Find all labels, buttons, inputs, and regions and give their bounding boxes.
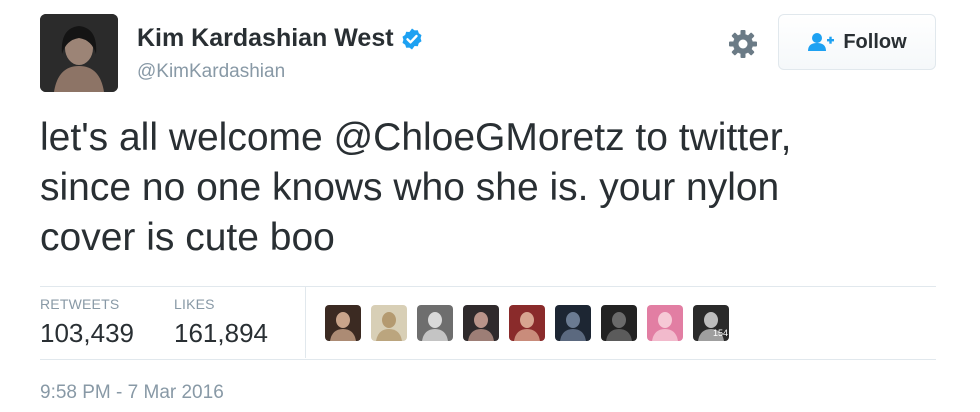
- user-photo-icon: [647, 305, 683, 341]
- verified-badge-icon: [402, 28, 422, 49]
- liker-avatar-2[interactable]: [371, 305, 407, 341]
- liker-avatar-9[interactable]: 154: [693, 305, 729, 341]
- retweets-label: RETWEETS: [40, 296, 120, 312]
- liker-avatar-8[interactable]: [647, 305, 683, 341]
- user-photo-icon: 154: [693, 305, 729, 341]
- display-name-text: Kim Kardashian West: [137, 24, 394, 52]
- liker-avatar-3[interactable]: [417, 305, 453, 341]
- tweet-text-segment: to twitter,: [624, 116, 792, 159]
- tweet-line-2: since no one knows who she is. your nylo…: [40, 166, 780, 209]
- liker-avatar-6[interactable]: [555, 305, 591, 341]
- likes-stat[interactable]: LIKES 161,894: [174, 296, 268, 349]
- retweets-stat[interactable]: RETWEETS 103,439: [40, 296, 134, 349]
- liker-avatar-5[interactable]: [509, 305, 545, 341]
- mention-link[interactable]: @ChloeGMoretz: [334, 116, 625, 159]
- display-name[interactable]: Kim Kardashian West: [137, 24, 424, 53]
- tweet-text: let's all welcome @ChloeGMoretz to twitt…: [40, 113, 930, 263]
- gear-icon[interactable]: [727, 28, 759, 60]
- likes-count: 161,894: [174, 318, 268, 348]
- user-photo-icon: [463, 305, 499, 341]
- liker-avatar-4[interactable]: [463, 305, 499, 341]
- tweet-text-segment: let's all welcome: [40, 116, 334, 159]
- user-photo-icon: [417, 305, 453, 341]
- user-photo-icon: [325, 305, 361, 341]
- likes-label: LIKES: [174, 296, 215, 312]
- add-user-icon: [808, 33, 835, 51]
- stats-separator: [305, 286, 306, 358]
- user-photo-icon: [601, 305, 637, 341]
- tweet-timestamp[interactable]: 9:58 PM - 7 Mar 2016: [40, 382, 224, 404]
- profile-photo-icon: [40, 14, 118, 92]
- retweets-count: 103,439: [40, 318, 134, 348]
- tweet-line-1: let's all welcome @ChloeGMoretz to twitt…: [40, 113, 930, 163]
- avatar[interactable]: [40, 14, 118, 92]
- user-photo-icon: [555, 305, 591, 341]
- divider: [40, 286, 936, 287]
- divider: [40, 359, 936, 360]
- user-handle[interactable]: @KimKardashian: [137, 61, 285, 83]
- follow-button[interactable]: Follow: [778, 14, 936, 70]
- user-photo-icon: [371, 305, 407, 341]
- liker-avatar-1[interactable]: [325, 305, 361, 341]
- tweet-line-3: cover is cute boo: [40, 216, 335, 259]
- follow-button-label: Follow: [843, 30, 907, 53]
- liker-avatar-7[interactable]: [601, 305, 637, 341]
- user-photo-icon: [509, 305, 545, 341]
- liker-overlay-text: 154: [713, 328, 728, 338]
